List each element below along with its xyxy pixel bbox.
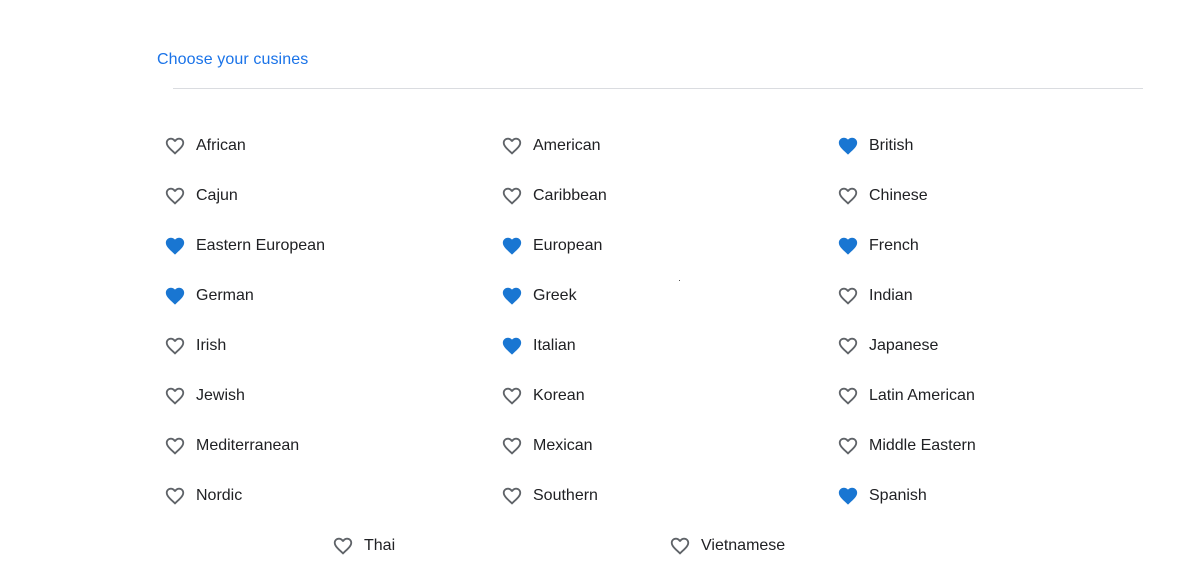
heart-filled-icon[interactable]: [164, 285, 186, 307]
cuisine-label: German: [196, 287, 254, 304]
heart-filled-icon[interactable]: [501, 335, 523, 357]
heart-filled-icon[interactable]: [501, 235, 523, 257]
cuisine-option-italian[interactable]: Italian: [501, 331, 576, 361]
cuisine-option-american[interactable]: American: [501, 131, 601, 161]
heart-outline-icon[interactable]: [669, 535, 691, 557]
cuisine-option-southern[interactable]: Southern: [501, 481, 598, 511]
cuisine-option-mediterranean[interactable]: Mediterranean: [164, 431, 299, 461]
cuisine-option-indian[interactable]: Indian: [837, 281, 913, 311]
cuisine-label: Mexican: [533, 437, 593, 454]
cuisine-option-eastern-european[interactable]: Eastern European: [164, 231, 325, 261]
cuisine-label: Middle Eastern: [869, 437, 976, 454]
cuisine-label: Mediterranean: [196, 437, 300, 454]
heart-filled-icon[interactable]: [837, 235, 859, 257]
cuisine-label: Jewish: [196, 387, 245, 404]
cuisine-option-vietnamese[interactable]: Vietnamese: [669, 531, 785, 561]
cuisine-option-japanese[interactable]: Japanese: [837, 331, 938, 361]
cuisine-label: British: [869, 137, 914, 154]
heart-outline-icon[interactable]: [501, 135, 523, 157]
cuisine-label: French: [869, 237, 919, 254]
heart-outline-icon[interactable]: [164, 185, 186, 207]
heart-outline-icon[interactable]: [837, 385, 859, 407]
heart-outline-icon[interactable]: [837, 335, 859, 357]
heart-outline-icon[interactable]: [164, 385, 186, 407]
cuisine-option-nordic[interactable]: Nordic: [164, 481, 242, 511]
heart-outline-icon[interactable]: [164, 135, 186, 157]
cuisine-option-british[interactable]: British: [837, 131, 913, 161]
cuisine-label: Nordic: [196, 487, 243, 504]
cuisine-label: Japanese: [869, 337, 939, 354]
cuisine-option-jewish[interactable]: Jewish: [164, 381, 245, 411]
heart-outline-icon[interactable]: [501, 435, 523, 457]
heart-filled-icon[interactable]: [164, 235, 186, 257]
heart-outline-icon[interactable]: [837, 285, 859, 307]
cuisine-picker: Choose your cusines African American Briti…: [0, 0, 1180, 580]
cuisine-label: African: [196, 137, 246, 154]
cuisine-label: Latin American: [869, 387, 975, 404]
cuisine-label: Cajun: [196, 187, 238, 204]
heart-outline-icon[interactable]: [164, 485, 186, 507]
cuisine-label: European: [533, 237, 603, 254]
cuisine-option-greek[interactable]: Greek: [501, 281, 577, 311]
heart-outline-icon[interactable]: [164, 335, 186, 357]
heart-outline-icon[interactable]: [501, 185, 523, 207]
heart-filled-icon[interactable]: [837, 135, 859, 157]
cuisine-label: Italian: [533, 337, 576, 354]
cuisine-grid: African American British Cajun Caribbean Chin…: [0, 0, 1180, 580]
heart-outline-icon[interactable]: [837, 185, 859, 207]
cuisine-option-latin-american[interactable]: Latin American: [837, 381, 975, 411]
cuisine-option-african[interactable]: African: [164, 131, 246, 161]
cuisine-label: Spanish: [869, 487, 927, 504]
cuisine-option-caribbean[interactable]: Caribbean: [501, 181, 607, 211]
heart-outline-icon[interactable]: [164, 435, 186, 457]
heart-outline-icon[interactable]: [837, 435, 859, 457]
cuisine-label: Irish: [196, 337, 227, 354]
cuisine-label: Chinese: [869, 187, 928, 204]
heart-outline-icon[interactable]: [501, 385, 523, 407]
cuisine-label: Korean: [533, 387, 585, 404]
cuisine-option-chinese[interactable]: Chinese: [837, 181, 928, 211]
heart-filled-icon[interactable]: [501, 285, 523, 307]
cuisine-label: Caribbean: [533, 187, 607, 204]
cuisine-option-mexican[interactable]: Mexican: [501, 431, 593, 461]
cuisine-option-korean[interactable]: Korean: [501, 381, 585, 411]
cuisine-option-german[interactable]: German: [164, 281, 254, 311]
heart-outline-icon[interactable]: [332, 535, 354, 557]
cuisine-label: American: [533, 137, 601, 154]
cuisine-label: Vietnamese: [701, 537, 786, 554]
cuisine-option-cajun[interactable]: Cajun: [164, 181, 238, 211]
cuisine-option-french[interactable]: French: [837, 231, 919, 261]
cuisine-label: Thai: [364, 537, 396, 554]
cuisine-option-thai[interactable]: Thai: [332, 531, 395, 561]
cuisine-option-irish[interactable]: Irish: [164, 331, 226, 361]
heart-outline-icon[interactable]: [501, 485, 523, 507]
cuisine-option-european[interactable]: European: [501, 231, 602, 261]
stray-dot: [679, 280, 680, 281]
cuisine-label: Eastern European: [196, 237, 325, 254]
cuisine-label: Indian: [869, 287, 913, 304]
cuisine-label: Southern: [533, 487, 598, 504]
heart-filled-icon[interactable]: [837, 485, 859, 507]
cuisine-label: Greek: [533, 287, 577, 304]
cuisine-option-spanish[interactable]: Spanish: [837, 481, 927, 511]
cuisine-option-middle-eastern[interactable]: Middle Eastern: [837, 431, 976, 461]
